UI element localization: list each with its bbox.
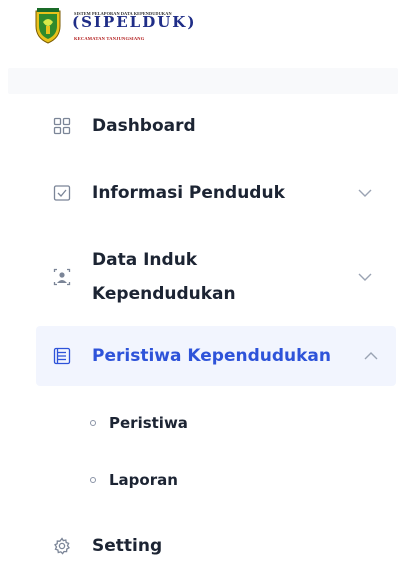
grid-icon <box>52 116 72 136</box>
bullet-dot-icon <box>90 477 96 483</box>
logo-title: (SIPELDUK) <box>72 13 197 31</box>
app-logo[interactable]: SISTEM PELAPORAN DATA KEPENDUDUKAN (SIPE… <box>34 8 394 48</box>
menu-item-label: Dashboard <box>92 116 196 136</box>
submenu-item-label: Laporan <box>109 471 178 489</box>
chevron-down-icon[interactable] <box>356 184 374 202</box>
menu-item-label: Informasi Penduduk <box>92 183 285 203</box>
menu-item-dashboard[interactable]: Dashboard <box>36 110 396 142</box>
chevron-up-icon[interactable] <box>362 347 380 365</box>
list-icon <box>52 346 72 366</box>
submenu-item-laporan[interactable]: Laporan <box>90 469 178 491</box>
gear-icon <box>52 536 72 556</box>
submenu-item-peristiwa[interactable]: Peristiwa <box>90 412 188 434</box>
submenu-item-label: Peristiwa <box>109 414 188 432</box>
sidebar-header-strip <box>8 68 398 94</box>
bullet-dot-icon <box>90 420 96 426</box>
menu-item-data-induk[interactable]: Data Induk Kependudukan <box>36 245 396 309</box>
chevron-down-icon[interactable] <box>356 268 374 286</box>
emblem-icon <box>35 8 61 44</box>
menu-item-label-line2: Kependudukan <box>92 284 236 304</box>
menu-item-label-line1: Data Induk <box>92 250 198 270</box>
checkbox-icon <box>52 183 72 203</box>
menu-item-label: Setting <box>92 536 163 556</box>
menu-item-peristiwa-kependudukan[interactable]: Peristiwa Kependudukan <box>36 326 396 386</box>
menu-item-setting[interactable]: Setting <box>36 530 396 562</box>
menu-item-label: Data Induk Kependudukan <box>92 243 236 311</box>
logo-location: KECAMATAN TANJUNGSIANG <box>74 36 145 41</box>
menu-item-label: Peristiwa Kependudukan <box>92 346 331 366</box>
menu-item-informasi-penduduk[interactable]: Informasi Penduduk <box>36 177 396 209</box>
id-card-icon <box>52 267 72 287</box>
